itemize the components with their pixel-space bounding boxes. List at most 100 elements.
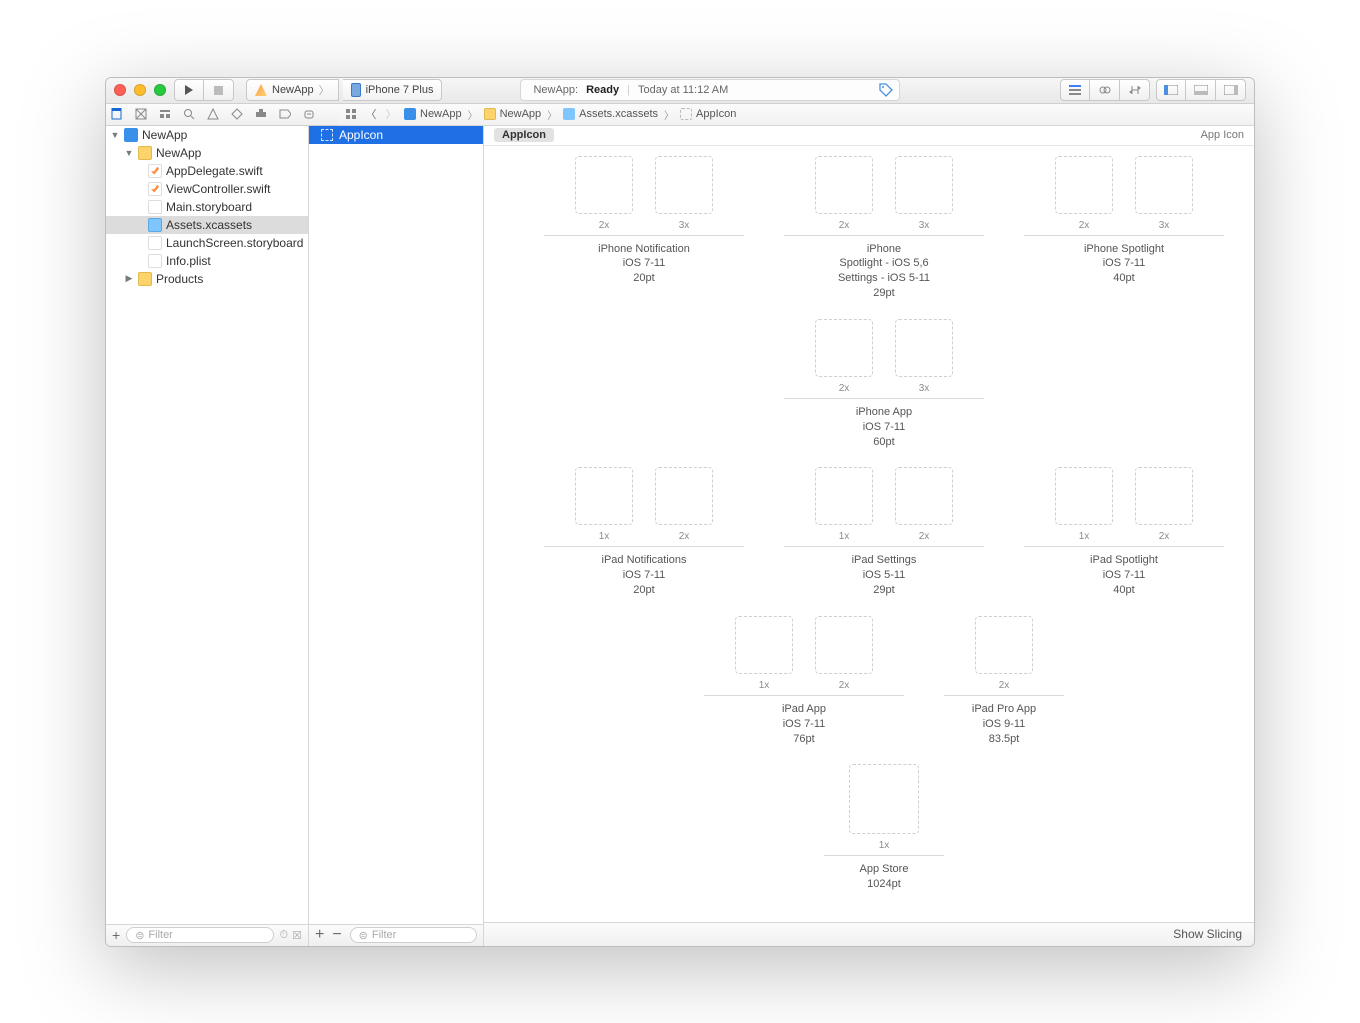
products-node[interactable]: ▶Products [106, 270, 308, 288]
toggle-navigator-icon[interactable] [1156, 79, 1186, 101]
back-button-icon[interactable]: 〈 [364, 107, 378, 121]
find-navigator-icon[interactable] [182, 107, 196, 121]
scale-label: 2x [1135, 531, 1193, 542]
navigator-filter-field[interactable]: ⊜ Filter [126, 927, 273, 943]
scale-label: 2x [575, 220, 633, 231]
icon-well[interactable] [655, 156, 713, 214]
icon-well[interactable] [895, 156, 953, 214]
plist-file-icon [148, 254, 162, 268]
add-asset-button[interactable]: + [315, 926, 324, 944]
crumb-0[interactable]: NewApp [420, 108, 462, 120]
appicon-crumb-icon [680, 108, 692, 120]
icon-well[interactable] [815, 319, 873, 377]
icon-well[interactable] [815, 467, 873, 525]
folder-icon [138, 272, 152, 286]
recent-filter-icon[interactable]: ⏱ [280, 929, 289, 942]
asset-item-appicon[interactable]: AppIcon [309, 126, 483, 144]
asset-filter-field[interactable]: ⊜ Filter [350, 927, 477, 943]
icon-well[interactable] [575, 467, 633, 525]
assistant-editor-icon[interactable] [1090, 79, 1120, 101]
issue-navigator-icon[interactable] [206, 107, 220, 121]
icon-well[interactable] [575, 156, 633, 214]
icon-well[interactable] [849, 764, 919, 834]
storyboard-file-icon [148, 200, 162, 214]
report-navigator-icon[interactable] [302, 107, 316, 121]
scale-label: 1x [575, 531, 633, 542]
appicon-canvas[interactable]: 2x3xiPhone NotificationiOS 7-1120pt2x3xi… [484, 146, 1254, 922]
scale-label: 3x [895, 220, 953, 231]
storyboard-file-icon [148, 236, 162, 250]
icon-well[interactable] [1135, 467, 1193, 525]
slot-caption: iPad Pro AppiOS 9-1183.5pt [972, 702, 1036, 747]
crumb-3[interactable]: AppIcon [696, 108, 736, 120]
file-main-storyboard[interactable]: Main.storyboard [106, 198, 308, 216]
file-viewcontroller[interactable]: ViewController.swift [106, 180, 308, 198]
icon-well[interactable] [1055, 156, 1113, 214]
device-icon [351, 83, 361, 97]
scheme-device-label: iPhone 7 Plus [366, 84, 434, 96]
test-navigator-icon[interactable] [230, 107, 244, 121]
asset-outline: AppIcon + − ⊜ Filter [309, 126, 484, 946]
icon-well[interactable] [1135, 156, 1193, 214]
project-node[interactable]: ▼NewApp [106, 126, 308, 144]
scm-filter-icon[interactable]: ☒ [292, 929, 302, 942]
slot-caption: iPhone SpotlightiOS 7-1140pt [1084, 242, 1164, 287]
icon-well[interactable] [975, 616, 1033, 674]
icon-well[interactable] [895, 467, 953, 525]
asset-title: AppIcon [494, 128, 554, 142]
file-appdelegate[interactable]: AppDelegate.swift [106, 162, 308, 180]
slot-caption: iPad SettingsiOS 5-1129pt [852, 553, 917, 598]
standard-editor-icon[interactable] [1060, 79, 1090, 101]
toggle-debug-icon[interactable] [1186, 79, 1216, 101]
breakpoint-navigator-icon[interactable] [278, 107, 292, 121]
status-time: Today at 11:12 AM [638, 84, 728, 96]
zoom-window-button[interactable] [154, 84, 166, 96]
remove-asset-button[interactable]: − [332, 926, 341, 944]
app-icon [255, 84, 267, 96]
editor-mode-segmented[interactable] [1060, 79, 1150, 101]
assets-crumb-icon [563, 108, 575, 120]
tag-icon[interactable] [879, 83, 893, 97]
navigator-selector-bar [106, 104, 338, 126]
run-button[interactable] [174, 79, 204, 101]
icon-slot-group: 1x2xiPad SpotlightiOS 7-1140pt [1024, 467, 1224, 598]
toggle-inspector-icon[interactable] [1216, 79, 1246, 101]
icon-well[interactable] [735, 616, 793, 674]
icon-well[interactable] [895, 319, 953, 377]
stop-button[interactable] [204, 79, 234, 101]
group-node[interactable]: ▼NewApp [106, 144, 308, 162]
related-items-icon[interactable] [344, 107, 358, 121]
version-editor-icon[interactable] [1120, 79, 1150, 101]
icon-well[interactable] [1055, 467, 1113, 525]
file-assets[interactable]: Assets.xcassets [106, 216, 308, 234]
file-launchscreen[interactable]: LaunchScreen.storyboard [106, 234, 308, 252]
close-window-button[interactable] [114, 84, 126, 96]
forward-button-icon[interactable]: 〉 [384, 107, 398, 121]
source-control-navigator-icon[interactable] [134, 107, 148, 121]
asset-editor: AppIcon App Icon 2x3xiPhone Notification… [484, 126, 1254, 946]
scale-label: 3x [895, 383, 953, 394]
project-navigator-icon[interactable] [110, 107, 124, 121]
scale-label: 3x [655, 220, 713, 231]
crumb-2[interactable]: Assets.xcassets [579, 108, 658, 120]
icon-well[interactable] [655, 467, 713, 525]
icon-well[interactable] [815, 156, 873, 214]
minimize-window-button[interactable] [134, 84, 146, 96]
asset-list[interactable]: AppIcon [309, 126, 483, 924]
swift-file-icon [148, 164, 162, 178]
icon-slot-group: 2x3xiPhone SpotlightiOS 7-1140pt [1024, 156, 1224, 301]
panel-toggles[interactable] [1156, 79, 1246, 101]
jump-bar[interactable]: 〈 〉 NewApp 〉 NewApp 〉 Assets.xcassets 〉 … [338, 104, 1254, 126]
file-tree[interactable]: ▼NewApp ▼NewApp AppDelegate.swift ViewCo… [106, 126, 308, 924]
slot-caption: iPhone NotificationiOS 7-1120pt [598, 242, 690, 287]
show-slicing-button[interactable]: Show Slicing [1173, 927, 1242, 941]
scheme-selector[interactable]: NewApp 〉 iPhone 7 Plus [246, 79, 442, 101]
symbol-navigator-icon[interactable] [158, 107, 172, 121]
appicon-set-icon [321, 129, 333, 141]
add-button[interactable]: + [112, 927, 120, 943]
file-infoplist[interactable]: Info.plist [106, 252, 308, 270]
icon-well[interactable] [815, 616, 873, 674]
folder-icon [138, 146, 152, 160]
crumb-1[interactable]: NewApp [500, 108, 542, 120]
debug-navigator-icon[interactable] [254, 107, 268, 121]
